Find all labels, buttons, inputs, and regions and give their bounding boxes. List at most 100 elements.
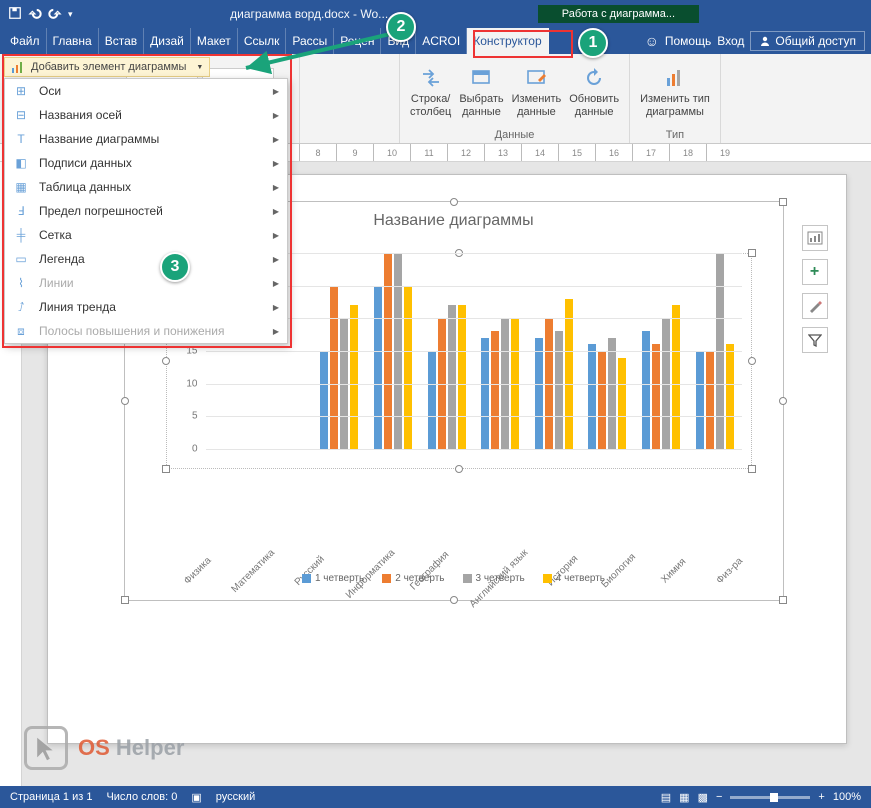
legend-item[interactable]: 2 четверть xyxy=(382,573,444,584)
legend-swatch xyxy=(543,574,552,583)
resize-handle[interactable] xyxy=(748,249,756,257)
document-title: диаграмма ворд.docx - Wo... xyxy=(81,7,538,21)
change-chart-type-button[interactable]: Изменить тип диаграммы xyxy=(638,64,712,120)
resize-handle[interactable] xyxy=(121,596,129,604)
chart-legend[interactable]: 1 четверть 2 четверть 3 четверть 4 четверть xyxy=(125,573,783,584)
view-read-icon[interactable]: ▤ xyxy=(661,791,671,804)
menu-item-icon: Ⅎ xyxy=(13,203,29,219)
ribbon-tabs: Файл Главна Встав Дизай Макет Ссылк Расс… xyxy=(0,28,871,54)
resize-handle[interactable] xyxy=(450,596,458,604)
submenu-arrow-icon: ▶ xyxy=(273,255,279,264)
view-print-icon[interactable]: ▦ xyxy=(679,791,689,804)
menu-item-7[interactable]: ▭ Легенда ▶ xyxy=(5,247,287,271)
chart-x-labels: ФизикаМатематикаРусскийИнформатикаГеогра… xyxy=(165,529,753,540)
chart-styles-button[interactable] xyxy=(802,293,828,319)
submenu-arrow-icon: ▶ xyxy=(273,327,279,336)
menu-item-icon: T xyxy=(13,131,29,147)
status-page[interactable]: Страница 1 из 1 xyxy=(10,791,92,803)
tab-chart-design[interactable]: Конструктор xyxy=(467,28,548,54)
cursor-icon xyxy=(33,735,61,763)
menu-item-icon: ▦ xyxy=(13,179,29,195)
legend-item[interactable]: 4 четверть xyxy=(543,573,605,584)
resize-handle[interactable] xyxy=(121,397,129,405)
menu-item-icon: ⧈ xyxy=(13,323,29,339)
refresh-data-button[interactable]: Обновить данные xyxy=(567,64,621,120)
undo-icon[interactable] xyxy=(28,6,42,23)
menu-item-label: Полосы повышения и понижения xyxy=(39,324,225,338)
submenu-arrow-icon: ▶ xyxy=(273,231,279,240)
feedback-icon[interactable]: ☺ xyxy=(645,33,659,49)
legend-item[interactable]: 3 четверть xyxy=(463,573,525,584)
menu-item-icon: ▭ xyxy=(13,251,29,267)
menu-item-1[interactable]: ⊟Названия осей▶ xyxy=(5,103,287,127)
tab-insert[interactable]: Встав xyxy=(99,28,144,54)
resize-handle[interactable] xyxy=(779,397,787,405)
add-chart-element-button[interactable]: Добавить элемент диаграммы ▼ xyxy=(4,57,210,77)
menu-item-8: ⌇Линии▶ xyxy=(5,271,287,295)
tab-home[interactable]: Главна xyxy=(47,28,99,54)
status-bar: Страница 1 из 1 Число слов: 0 ▣ русский … xyxy=(0,786,871,808)
group-label-type: Тип xyxy=(666,129,684,141)
menu-item-6[interactable]: ╪ Сетка ▶ xyxy=(5,223,287,247)
menu-item-label: Линия тренда xyxy=(39,300,116,314)
chart-elements-button[interactable]: + xyxy=(802,259,828,285)
submenu-arrow-icon: ▶ xyxy=(273,87,279,96)
resize-handle[interactable] xyxy=(455,465,463,473)
view-web-icon[interactable]: ▩ xyxy=(698,791,708,804)
zoom-out-button[interactable]: − xyxy=(716,791,722,803)
chart-floating-buttons: + xyxy=(802,225,828,353)
switch-row-column-button[interactable]: Строка/ столбец xyxy=(408,64,453,120)
tab-design[interactable]: Дизай xyxy=(144,28,191,54)
tab-layout[interactable]: Макет xyxy=(191,28,238,54)
qat-more-icon[interactable]: ▾ xyxy=(68,9,73,20)
tab-acrobat[interactable]: ACROI xyxy=(416,28,467,54)
callout-2: 2 xyxy=(386,12,416,42)
menu-item-icon: ╪ xyxy=(13,227,29,243)
chart-element-icon xyxy=(11,60,25,74)
menu-item-label: Сетка xyxy=(39,228,72,242)
zoom-in-button[interactable]: + xyxy=(818,791,824,803)
resize-handle[interactable] xyxy=(779,198,787,206)
submenu-arrow-icon: ▶ xyxy=(273,279,279,288)
zoom-slider[interactable] xyxy=(730,796,810,799)
menu-item-9[interactable]: ⭜Линия тренда▶ xyxy=(5,295,287,319)
resize-handle[interactable] xyxy=(748,357,756,365)
menu-item-0[interactable]: ⊞Оси▶ xyxy=(5,79,287,103)
tell-me-label[interactable]: Помощь xyxy=(665,34,711,48)
chart-filters-button[interactable] xyxy=(802,327,828,353)
legend-label: 2 четверть xyxy=(395,573,444,584)
callout-1: 1 xyxy=(578,28,608,58)
menu-item-icon: ⊟ xyxy=(13,107,29,123)
menu-item-10: ⧈ Полосы повышения и понижения ▶ xyxy=(5,319,287,343)
tab-file[interactable]: Файл xyxy=(0,28,47,54)
status-language[interactable]: русский xyxy=(216,791,255,803)
share-button[interactable]: Общий доступ xyxy=(750,31,865,51)
redo-icon[interactable] xyxy=(48,6,62,23)
watermark-logo: OS Helper xyxy=(24,726,184,770)
chart-layout-options-button[interactable] xyxy=(802,225,828,251)
menu-item-2[interactable]: TНазвание диаграммы▶ xyxy=(5,127,287,151)
edit-data-button[interactable]: Изменить данные xyxy=(510,64,564,120)
resize-handle[interactable] xyxy=(779,596,787,604)
share-icon xyxy=(759,35,771,47)
menu-item-4[interactable]: ▦Таблица данных▶ xyxy=(5,175,287,199)
status-spellcheck-icon[interactable]: ▣ xyxy=(191,791,201,804)
sign-in-link[interactable]: Вход xyxy=(717,34,744,48)
submenu-arrow-icon: ▶ xyxy=(273,207,279,216)
save-icon[interactable] xyxy=(8,6,22,23)
menu-item-label: Легенда xyxy=(39,252,85,266)
legend-item[interactable]: 1 четверть xyxy=(302,573,364,584)
menu-item-label: Линии xyxy=(39,276,74,290)
legend-label: 1 четверть xyxy=(315,573,364,584)
menu-item-label: Подписи данных xyxy=(39,156,132,170)
menu-item-5[interactable]: ℲПредел погрешностей▶ xyxy=(5,199,287,223)
select-data-button[interactable]: Выбрать данные xyxy=(457,64,505,120)
title-bar: ▾ диаграмма ворд.docx - Wo... Работа с д… xyxy=(0,0,871,28)
resize-handle[interactable] xyxy=(450,198,458,206)
dropdown-arrow-icon: ▼ xyxy=(196,64,203,71)
resize-handle[interactable] xyxy=(748,465,756,473)
zoom-level[interactable]: 100% xyxy=(833,791,861,803)
resize-handle[interactable] xyxy=(162,465,170,473)
menu-item-3[interactable]: ◧Подписи данных▶ xyxy=(5,151,287,175)
status-word-count[interactable]: Число слов: 0 xyxy=(106,791,177,803)
